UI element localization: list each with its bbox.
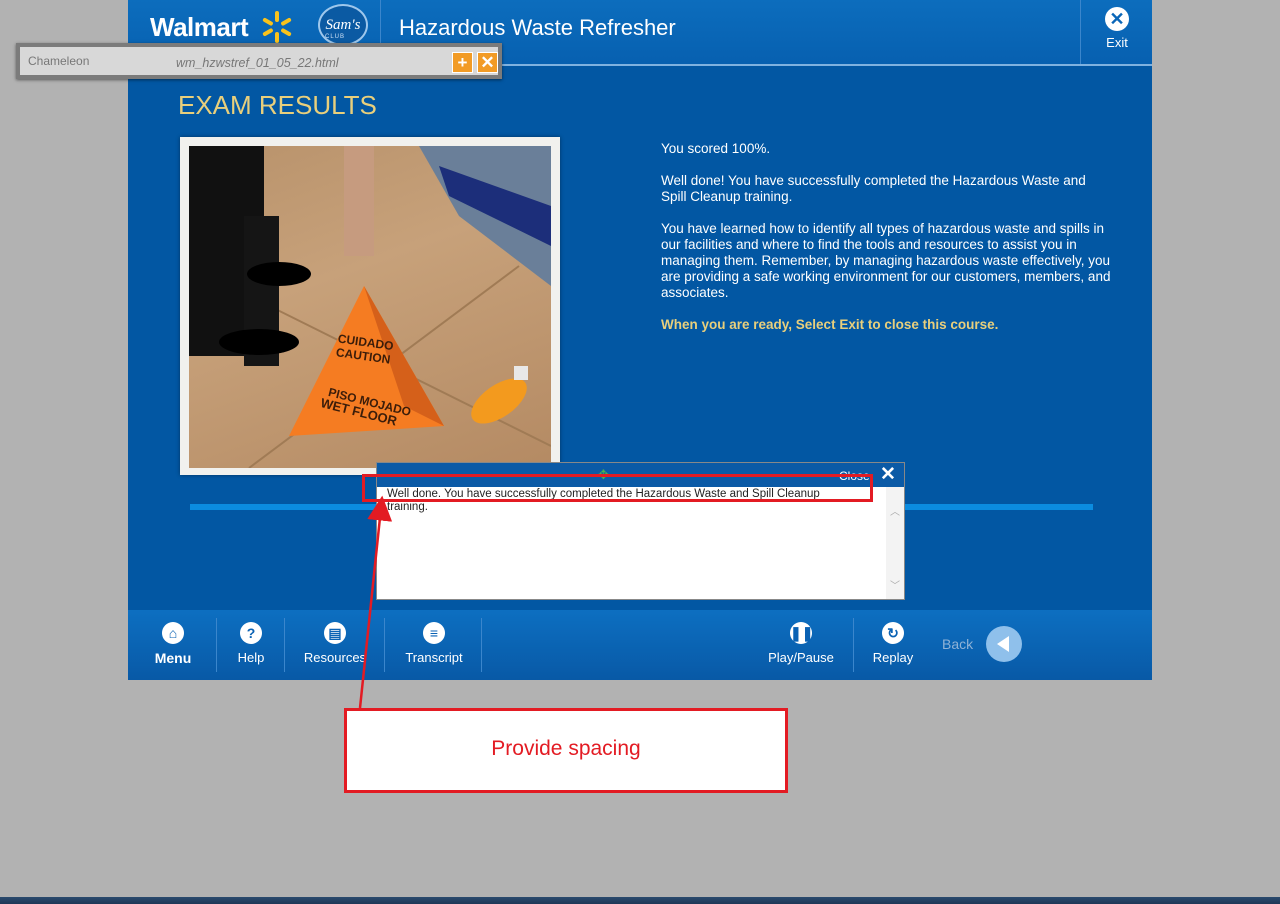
annotation-comment: Provide spacing bbox=[491, 737, 641, 760]
annotation-comment-box: Provide spacing bbox=[344, 708, 788, 793]
os-taskbar[interactable] bbox=[0, 897, 1280, 904]
